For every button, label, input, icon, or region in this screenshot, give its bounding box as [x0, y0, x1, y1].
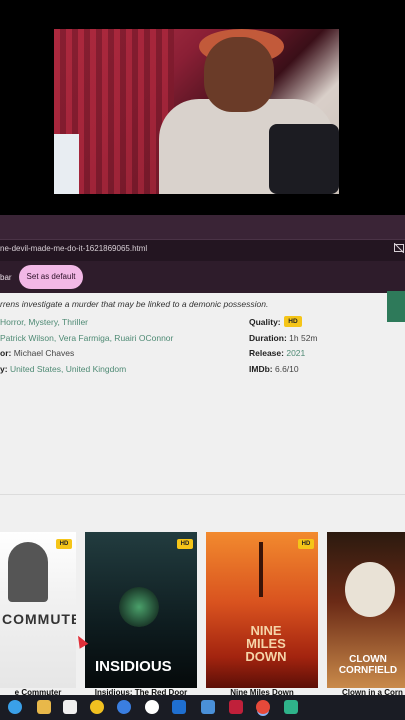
- outlook-icon[interactable]: [172, 700, 186, 714]
- quality-key: Quality:: [249, 317, 281, 327]
- imdb-row: IMDb: 6.6/10: [249, 364, 299, 374]
- f-app-icon[interactable]: [201, 700, 215, 714]
- country-key: y:: [0, 364, 8, 374]
- tf-app-icon[interactable]: [229, 700, 243, 714]
- genre-row: Horror, Mystery, Thriller: [0, 317, 88, 327]
- quality-row: Quality:: [249, 317, 281, 327]
- imdb-key: IMDb:: [249, 364, 273, 374]
- country-value[interactable]: United States, United Kingdom: [10, 364, 126, 374]
- cast-value[interactable]: Patrick Wilson, Vera Farmiga, Ruairi OCo…: [0, 333, 173, 343]
- set-as-default-button[interactable]: Set as default: [19, 265, 83, 289]
- cast-off-icon[interactable]: [393, 242, 405, 254]
- poster-hd-badge: HD: [298, 539, 314, 549]
- cast-row: Patrick Wilson, Vera Farmiga, Ruairi OCo…: [0, 333, 173, 343]
- poster-figure: [8, 542, 48, 602]
- poster-hd-badge: HD: [177, 539, 193, 549]
- quality-badge: HD: [284, 316, 302, 327]
- norton-icon[interactable]: [90, 700, 104, 714]
- person-head: [204, 37, 274, 112]
- poster-title-art: INSIDIOUS: [95, 658, 172, 675]
- poster-title-art: CLOWN CORNFIELD: [338, 654, 398, 676]
- file-explorer-icon[interactable]: [37, 700, 51, 714]
- gaming-chair: [269, 124, 339, 194]
- genre-value[interactable]: Horror, Mystery, Thriller: [0, 317, 88, 327]
- poster-clown-face: [345, 562, 395, 617]
- infobar-text: bar: [0, 273, 12, 282]
- edge-icon[interactable]: [117, 700, 131, 714]
- poster-hd-badge: HD: [56, 539, 72, 549]
- duration-value: 1h 52m: [289, 333, 318, 343]
- release-row: Release: 2021: [249, 348, 305, 358]
- webcam-overlay: [54, 29, 339, 194]
- poster-the-commuter[interactable]: COMMUTER HD: [0, 532, 76, 688]
- poster-derrick: [259, 542, 263, 597]
- poster-title-art: NINE MILES DOWN: [245, 623, 287, 664]
- poster-glow: [119, 587, 159, 627]
- chrome-icon[interactable]: [256, 700, 270, 714]
- release-value[interactable]: 2021: [286, 348, 305, 358]
- github-icon[interactable]: [145, 700, 159, 714]
- imdb-value: 6.6/10: [274, 364, 299, 374]
- poster-insidious-the-red-door[interactable]: INSIDIOUS HD: [85, 532, 197, 688]
- director-value: Michael Chaves: [13, 348, 75, 358]
- address-bar-url[interactable]: ne-devil-made-me-do-it-1621869065.html: [0, 244, 147, 253]
- messenger-icon[interactable]: [284, 700, 298, 714]
- poster-clown-in-a-cornfield[interactable]: CLOWN CORNFIELD: [327, 532, 405, 688]
- duration-row: Duration: 1h 52m: [249, 333, 318, 343]
- director-key: or:: [0, 348, 12, 358]
- section-divider: [0, 494, 405, 495]
- monitor-edge: [54, 134, 79, 194]
- release-key: Release:: [249, 348, 284, 358]
- microsoft-store-icon[interactable]: [63, 700, 77, 714]
- duration-key: Duration:: [249, 333, 287, 343]
- movie-description: rrens investigate a murder that may be l…: [0, 299, 269, 309]
- poster-nine-miles-down[interactable]: NINE MILES DOWN HD: [206, 532, 318, 688]
- windows-start-icon[interactable]: [8, 700, 22, 714]
- poster-title-art: COMMUTER: [2, 611, 76, 627]
- director-row: or: Michael Chaves: [0, 348, 74, 358]
- country-row: y: United States, United Kingdom: [0, 364, 126, 374]
- side-accent-button[interactable]: [387, 293, 405, 322]
